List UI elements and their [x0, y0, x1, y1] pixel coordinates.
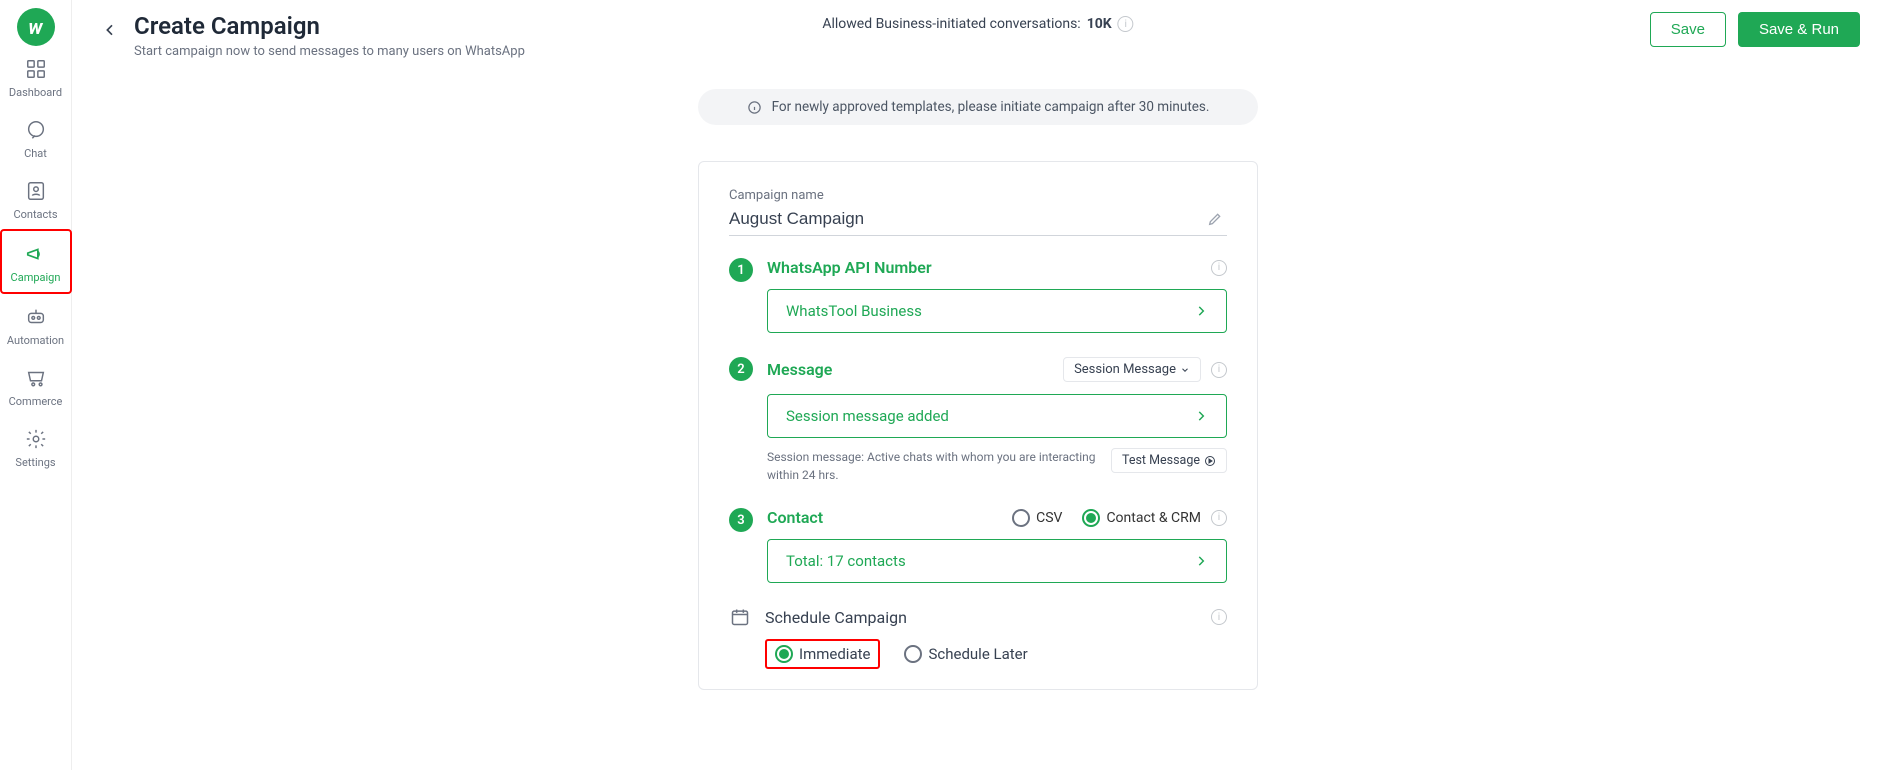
radio-label: Schedule Later: [928, 645, 1027, 663]
sidebar: w Dashboard Chat Contacts Campaign Autom…: [0, 0, 72, 770]
info-icon[interactable]: i: [1118, 16, 1134, 32]
chevron-right-icon: [1194, 409, 1208, 423]
banner-text: For newly approved templates, please ini…: [772, 99, 1210, 115]
step-title: WhatsApp API Number: [767, 258, 1201, 277]
info-banner: For newly approved templates, please ini…: [698, 89, 1258, 125]
schedule-immediate[interactable]: Immediate: [765, 639, 880, 669]
save-button[interactable]: Save: [1650, 12, 1726, 47]
sidebar-item-label: Campaign: [11, 271, 61, 284]
select-value: Session message added: [786, 407, 949, 425]
gear-icon: [23, 426, 49, 452]
calendar-icon: [729, 607, 751, 627]
main-content: Create Campaign Start campaign now to se…: [72, 0, 1884, 770]
sidebar-item-label: Commerce: [9, 395, 63, 408]
allowed-label: Allowed Business-initiated conversations…: [822, 16, 1080, 32]
play-icon: [1204, 455, 1216, 467]
campaign-form-card: Campaign name 1 WhatsApp API Number i: [698, 161, 1258, 690]
radio-label: Contact & CRM: [1106, 510, 1201, 526]
schedule-title: Schedule Campaign: [765, 608, 1197, 627]
contact-select[interactable]: Total: 17 contacts: [767, 539, 1227, 583]
message-type-select[interactable]: Session Message: [1063, 357, 1201, 382]
test-message-button[interactable]: Test Message: [1111, 448, 1227, 473]
cart-icon: [23, 365, 49, 391]
schedule-later[interactable]: Schedule Later: [904, 645, 1027, 663]
radio-icon: [775, 645, 793, 663]
select-value: Total: 17 contacts: [786, 552, 906, 570]
message-select[interactable]: Session message added: [767, 394, 1227, 438]
sidebar-item-automation[interactable]: Automation: [0, 294, 72, 355]
sidebar-item-label: Dashboard: [9, 86, 62, 99]
allowed-conversations-info: Allowed Business-initiated conversations…: [822, 16, 1133, 32]
back-button[interactable]: [96, 16, 124, 44]
dashboard-icon: [23, 56, 49, 82]
sidebar-item-label: Contacts: [13, 208, 57, 221]
sidebar-item-contacts[interactable]: Contacts: [0, 168, 72, 229]
contact-source-csv[interactable]: CSV: [1012, 509, 1062, 527]
sidebar-item-settings[interactable]: Settings: [0, 416, 72, 477]
session-hint: Session message: Active chats with whom …: [767, 448, 1103, 484]
sidebar-item-chat[interactable]: Chat: [0, 107, 72, 168]
chevron-right-icon: [1194, 554, 1208, 568]
radio-label: CSV: [1036, 510, 1062, 526]
sidebar-item-dashboard[interactable]: Dashboard: [0, 46, 72, 107]
sidebar-item-commerce[interactable]: Commerce: [0, 355, 72, 416]
chat-icon: [23, 117, 49, 143]
sidebar-item-label: Chat: [24, 147, 47, 160]
radio-icon: [904, 645, 922, 663]
contacts-icon: [23, 178, 49, 204]
info-icon[interactable]: i: [1211, 260, 1227, 276]
app-logo: w: [17, 8, 55, 46]
chevron-right-icon: [1194, 304, 1208, 318]
message-type-label: Session Message: [1074, 362, 1176, 377]
save-run-button[interactable]: Save & Run: [1738, 12, 1860, 47]
step-title: Message: [767, 360, 1053, 379]
radio-label: Immediate: [799, 645, 870, 663]
megaphone-icon: [23, 241, 49, 267]
chevron-down-icon: [1180, 365, 1190, 375]
edit-icon[interactable]: [1203, 207, 1227, 231]
campaign-name-label: Campaign name: [729, 188, 1227, 203]
automation-icon: [23, 304, 49, 330]
info-icon[interactable]: i: [1211, 362, 1227, 378]
step-number: 1: [729, 258, 753, 282]
page-title: Create Campaign: [134, 12, 525, 40]
test-message-label: Test Message: [1122, 453, 1200, 468]
contact-source-crm[interactable]: Contact & CRM: [1082, 509, 1201, 527]
campaign-name-input[interactable]: [729, 209, 1203, 229]
step-number: 2: [729, 357, 753, 381]
select-value: WhatsTool Business: [786, 302, 922, 320]
step-title: Contact: [767, 508, 1002, 527]
radio-icon: [1012, 509, 1030, 527]
page-subtitle: Start campaign now to send messages to m…: [134, 44, 525, 59]
whatsapp-number-select[interactable]: WhatsTool Business: [767, 289, 1227, 333]
step-number: 3: [729, 508, 753, 532]
sidebar-item-campaign[interactable]: Campaign: [0, 229, 72, 294]
sidebar-item-label: Settings: [15, 456, 55, 469]
info-icon[interactable]: i: [1211, 609, 1227, 625]
info-icon[interactable]: i: [1211, 510, 1227, 526]
allowed-value: 10K: [1087, 16, 1112, 32]
radio-icon: [1082, 509, 1100, 527]
page-header: Create Campaign Start campaign now to se…: [72, 0, 1884, 59]
sidebar-item-label: Automation: [7, 334, 64, 347]
info-icon: [747, 100, 762, 115]
